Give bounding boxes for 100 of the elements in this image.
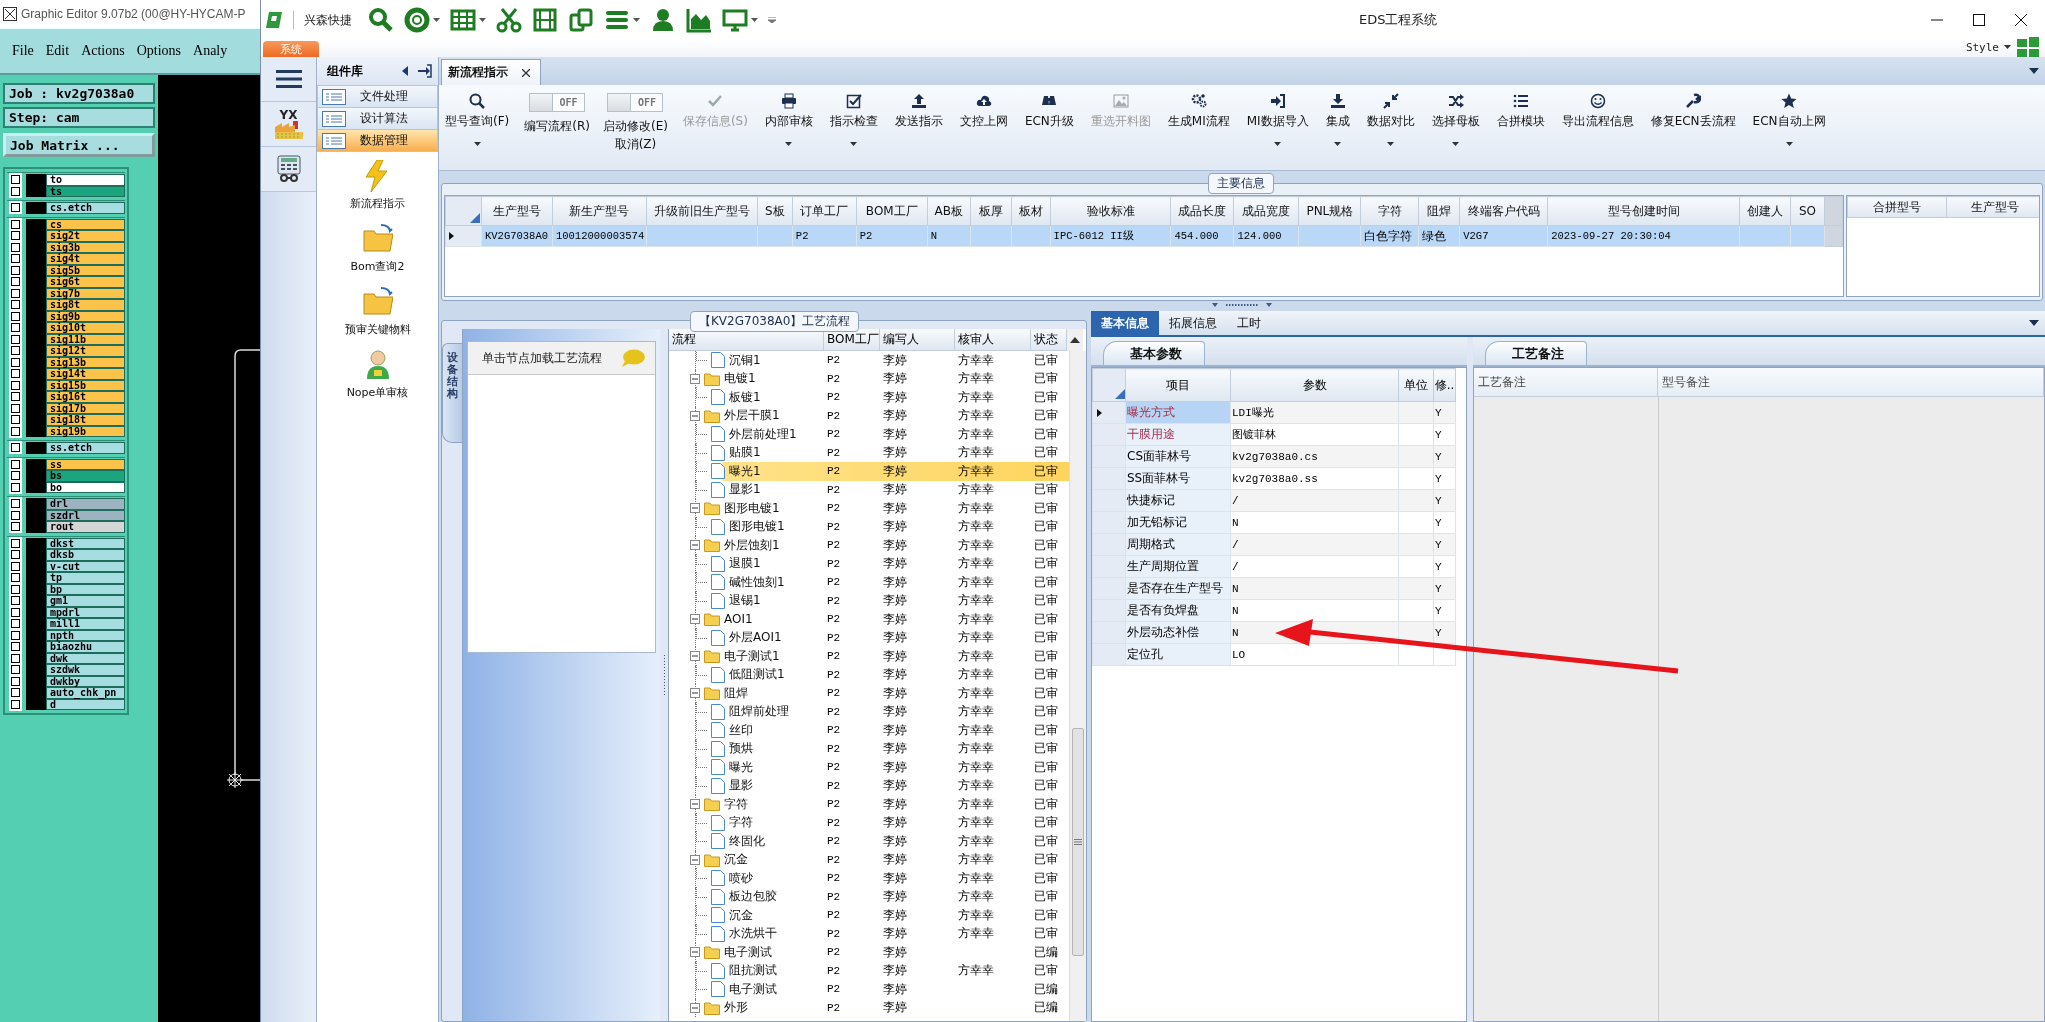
tree-row[interactable]: 外层蚀刻1 P2 李婷 方幸幸 已审 [669, 536, 1069, 555]
menu-item[interactable]: Options [136, 43, 182, 59]
column-header[interactable]: 板厚 [970, 196, 1012, 226]
column-header[interactable]: 生产型号 [481, 196, 553, 226]
component-item[interactable]: Nope单审核 [346, 349, 409, 400]
layer-name[interactable]: rout [46, 521, 125, 533]
ribbon-button[interactable]: 导出流程信息 [1559, 85, 1636, 170]
tree-row[interactable]: AOI1 P2 李婷 方幸幸 已审 [669, 610, 1069, 629]
layer-name[interactable]: drl [46, 498, 125, 510]
menu-item[interactable]: Actions [81, 43, 125, 59]
checkbox[interactable] [11, 550, 20, 560]
tree-row[interactable]: 电镀1 P2 李婷 方幸幸 已审 [669, 369, 1069, 388]
layer-name[interactable]: dkst [46, 537, 125, 549]
scrollbar-thumb[interactable] [1072, 728, 1084, 956]
vertical-tab[interactable]: 设备结构 [442, 343, 462, 443]
tree-row[interactable]: 阻抗测试 P2 李婷 方幸幸 已审 [669, 961, 1069, 980]
tree-row[interactable]: 曝光 P2 李婷 方幸幸 已审 [669, 758, 1069, 777]
tree-row[interactable]: 丝印 P2 李婷 方幸幸 已审 [669, 721, 1069, 740]
checkbox[interactable] [11, 265, 20, 275]
checkbox[interactable] [11, 642, 20, 652]
ribbon-button[interactable]: 发送指示 [892, 85, 945, 170]
sub-tab[interactable]: 工艺备注 [1485, 341, 1587, 365]
splitter-grip-icon[interactable] [662, 655, 666, 695]
layer-name[interactable]: sig16t [46, 391, 125, 403]
tab[interactable]: 基本信息 [1091, 311, 1159, 335]
search-icon[interactable] [368, 7, 394, 33]
column-header[interactable]: 创建人 [1739, 196, 1791, 226]
tree-row[interactable]: 沉金 P2 李婷 方幸幸 已审 [669, 850, 1069, 869]
table-row[interactable]: SS面菲林号 kv2g7038a0.ss Y [1092, 467, 1456, 490]
column-header[interactable]: 参数 [1230, 368, 1399, 402]
column-header[interactable]: BOM工厂 [856, 196, 928, 226]
layer-name[interactable]: bs [46, 470, 125, 482]
collapse-icon[interactable] [690, 614, 700, 625]
checkbox[interactable] [11, 665, 20, 675]
layer-name[interactable]: sig6t [46, 276, 125, 288]
tree-row[interactable]: 电子测试1 P2 李婷 方幸幸 已审 [669, 647, 1069, 666]
menu-icon[interactable] [275, 69, 302, 89]
checkbox[interactable] [11, 499, 20, 509]
maximize-icon[interactable] [1973, 14, 1985, 26]
layer-name[interactable]: sig8t [46, 299, 125, 311]
layer-name[interactable]: ss.etch [46, 442, 125, 454]
table-row[interactable]: 干膜用途 图镀菲林 Y [1092, 423, 1456, 446]
monitor-icon[interactable] [722, 7, 748, 33]
collapse-icon[interactable] [690, 1002, 700, 1013]
component-item[interactable]: Bom查询2 [350, 223, 405, 274]
ribbon-button[interactable]: 合拼模块 [1494, 85, 1547, 170]
checkbox[interactable] [11, 522, 20, 532]
layer-name[interactable]: biaozhu [46, 641, 125, 653]
tree-row[interactable]: 显影 P2 李婷 方幸幸 已审 [669, 776, 1069, 795]
checkbox[interactable] [11, 415, 20, 425]
checkbox[interactable] [11, 403, 20, 413]
column-header[interactable]: 状态 [1031, 329, 1067, 351]
table-row[interactable]: 是否存在生产型号 N Y [1092, 577, 1456, 600]
checkbox[interactable] [11, 203, 20, 213]
tab[interactable]: 工时 [1227, 311, 1271, 335]
tree-row[interactable]: 显影1 P2 李婷 方幸幸 已审 [669, 480, 1069, 499]
tree-row[interactable]: 字符 P2 李婷 方幸幸 已审 [669, 795, 1069, 814]
table-row[interactable]: 生产周期位置 / Y [1092, 555, 1456, 578]
splitter-grip-icon[interactable] [1212, 303, 1272, 309]
job-matrix-button[interactable]: Job Matrix ... [3, 133, 155, 157]
layer-name[interactable]: sig18t [46, 414, 125, 426]
checkbox[interactable] [11, 676, 20, 686]
table-row[interactable]: 是否有负焊盘 N Y [1092, 599, 1456, 622]
checkbox[interactable] [11, 699, 20, 709]
tree-row[interactable]: 字符 P2 李婷 方幸幸 已审 [669, 813, 1069, 832]
checkbox[interactable] [11, 186, 20, 196]
tree-row[interactable]: 退膜1 P2 李婷 方幸幸 已审 [669, 554, 1069, 573]
tree-row[interactable]: 喷砂 P2 李婷 方幸幸 已审 [669, 869, 1069, 888]
checkbox[interactable] [11, 311, 20, 321]
layer-name[interactable]: sig12t [46, 345, 125, 357]
component-item[interactable]: 预审关键物料 [344, 286, 411, 337]
column-header[interactable]: 板材 [1011, 196, 1051, 226]
tree-row[interactable]: 贴膜1 P2 李婷 方幸幸 已审 [669, 443, 1069, 462]
collapse-left-icon[interactable] [402, 66, 408, 76]
menu-item[interactable]: Analy [193, 43, 228, 59]
checkbox[interactable] [11, 231, 20, 241]
column-header[interactable]: 生产型号 [1946, 196, 2039, 218]
toggle-switch[interactable]: OFF [607, 93, 664, 112]
column-header[interactable]: 成品长度 [1171, 196, 1234, 226]
layer-name[interactable]: dksb [46, 549, 125, 561]
table-row[interactable]: 外层动态补偿 N Y [1092, 621, 1456, 644]
panel-menu-icon[interactable] [2029, 68, 2039, 74]
copy-icon[interactable] [568, 7, 594, 33]
column-header[interactable]: 升级前旧生产型号 [646, 196, 758, 226]
document-tab[interactable]: 新流程指示 [441, 59, 541, 85]
layer-name[interactable]: to [46, 174, 125, 186]
ribbon-button[interactable]: MI数据导入 [1244, 85, 1311, 170]
calculator-icon[interactable] [275, 155, 302, 183]
ribbon-button[interactable]: 指示检查 [827, 85, 880, 170]
layer-name[interactable]: sig10t [46, 322, 125, 334]
ribbon-button[interactable]: 文控上网 [957, 85, 1010, 170]
checkbox[interactable] [11, 219, 20, 229]
checkbox[interactable] [11, 607, 20, 617]
tree-row[interactable]: 碱性蚀刻1 P2 李婷 方幸幸 已审 [669, 573, 1069, 592]
toggle-switch[interactable]: OFF [529, 93, 586, 112]
ribbon-button[interactable]: ECN自动上网 [1750, 85, 1828, 170]
ribbon-button[interactable]: 集成 [1323, 85, 1352, 170]
layer-name[interactable]: ss [46, 458, 125, 470]
panel-menu-icon[interactable] [2029, 320, 2039, 326]
tree-row[interactable]: 板镀1 P2 李婷 方幸幸 已审 [669, 388, 1069, 407]
